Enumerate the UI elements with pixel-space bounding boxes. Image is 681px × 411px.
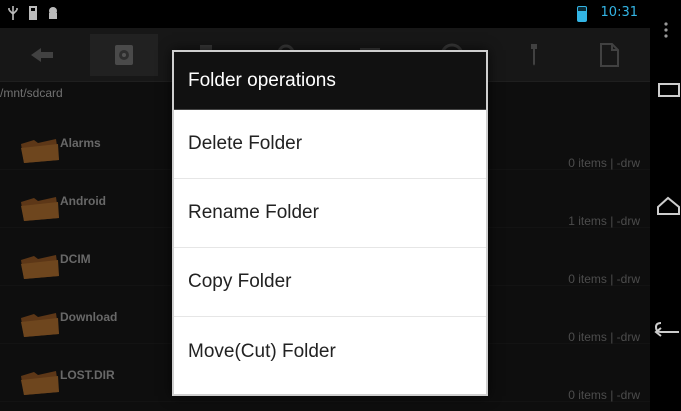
folder-operations-dialog: Folder operations Delete Folder Rename F… bbox=[172, 50, 488, 396]
rename-folder-option[interactable]: Rename Folder bbox=[174, 179, 486, 248]
status-clock: 10:31 bbox=[600, 5, 638, 20]
android-debug-icon bbox=[46, 5, 60, 21]
dialog-title: Folder operations bbox=[174, 52, 486, 110]
back-icon bbox=[653, 322, 679, 337]
sd-card-icon bbox=[26, 5, 40, 21]
move-cut-folder-option[interactable]: Move(Cut) Folder bbox=[174, 317, 486, 386]
menu-icon bbox=[663, 22, 668, 38]
home-icon bbox=[656, 196, 680, 215]
status-bar: 10:31 bbox=[0, 0, 650, 28]
back-button[interactable] bbox=[650, 308, 681, 348]
recent-apps-button[interactable] bbox=[650, 70, 681, 110]
home-button[interactable] bbox=[650, 186, 681, 226]
system-nav-bar bbox=[650, 0, 681, 411]
copy-folder-option[interactable]: Copy Folder bbox=[174, 248, 486, 317]
battery-icon bbox=[577, 6, 587, 22]
delete-folder-option[interactable]: Delete Folder bbox=[174, 110, 486, 179]
file-manager-screen: 10:31 /mnt/sdcard Alarms 0 items | -drw … bbox=[0, 0, 650, 411]
usb-icon bbox=[6, 5, 20, 21]
recent-apps-icon bbox=[657, 83, 680, 97]
overflow-menu-button[interactable] bbox=[650, 10, 681, 50]
